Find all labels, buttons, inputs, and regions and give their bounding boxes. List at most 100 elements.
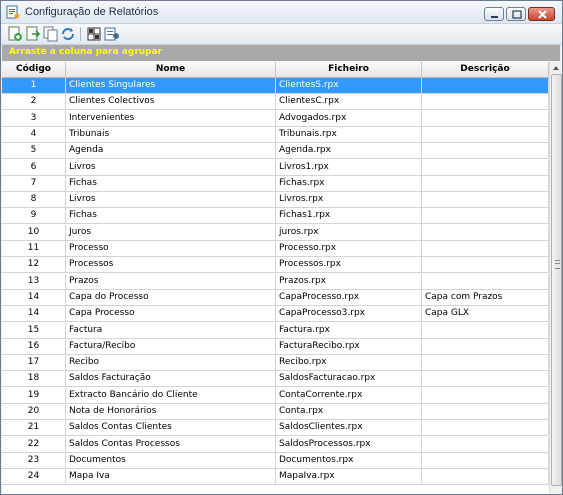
table-row[interactable]: 14 Capa do Processo CapaProcesso.rpx Capa c… bbox=[2, 289, 549, 306]
table-row[interactable]: 20 Nota de Honorários Conta.rpx bbox=[2, 404, 549, 420]
column-header-descricao[interactable]: Descrição bbox=[422, 62, 549, 77]
descricao-cell bbox=[422, 355, 549, 371]
ficheiro-cell: SaldosFacturacao.rpx bbox=[276, 371, 422, 387]
maximize-button[interactable] bbox=[506, 7, 526, 21]
codigo-cell: 13 bbox=[2, 273, 66, 289]
table-row[interactable]: 3 Intervenientes Advogados.rpx bbox=[2, 110, 549, 127]
table-row[interactable]: 4 Tribunais Tribunais.rpx bbox=[2, 126, 549, 143]
codigo-cell: 1 bbox=[2, 78, 66, 93]
column-header-ficheiro[interactable]: Ficheiro bbox=[276, 62, 422, 77]
table-row[interactable]: 7 Fichas Fichas.rpx bbox=[2, 175, 549, 192]
reports-grid: Código Nome Ficheiro Descrição 1 Clientes… bbox=[2, 62, 549, 494]
descricao-cell bbox=[422, 436, 549, 452]
table-row[interactable]: 2 Clientes Colectivos ClientesC.rpx bbox=[2, 94, 549, 111]
toolbar bbox=[1, 24, 562, 45]
table-row[interactable]: 5 Agenda Agenda.rpx bbox=[2, 143, 549, 160]
nome-cell: Capa Processo bbox=[66, 306, 276, 322]
ficheiro-cell: Processo.rpx bbox=[276, 241, 422, 256]
codigo-cell: 6 bbox=[2, 159, 66, 175]
refresh-icon[interactable] bbox=[60, 26, 76, 42]
new-report-icon[interactable] bbox=[7, 26, 23, 42]
codigo-cell: 11 bbox=[2, 241, 66, 256]
properties-icon[interactable] bbox=[104, 26, 120, 42]
table-row[interactable]: 18 Saldos Facturação SaldosFacturacao.rpx bbox=[2, 371, 549, 388]
table-row[interactable]: 23 Documentos Documentos.rpx bbox=[2, 452, 549, 469]
ficheiro-cell: ClientesS.rpx bbox=[276, 78, 422, 93]
descricao-cell bbox=[422, 241, 549, 256]
nome-cell: Fichas bbox=[66, 175, 276, 191]
table-row[interactable]: 14 Capa Processo CapaProcesso3.rpx Capa GLX bbox=[2, 306, 549, 323]
table-row[interactable]: 17 Recibo Recibo.rpx bbox=[2, 355, 549, 372]
descricao-cell: Capa GLX bbox=[422, 306, 549, 322]
ficheiro-cell: CapaProcesso.rpx bbox=[276, 289, 422, 305]
table-row[interactable]: 1 Clientes Singulares ClientesS.rpx bbox=[2, 78, 549, 94]
ficheiro-cell: Agenda.rpx bbox=[276, 143, 422, 159]
table-row[interactable]: 24 Mapa Iva MapaIva.rpx bbox=[2, 469, 549, 486]
nome-cell: Saldos Contas Processos bbox=[66, 436, 276, 452]
table-row[interactable]: 13 Prazos Prazos.rpx bbox=[2, 273, 549, 290]
ficheiro-cell: Processos.rpx bbox=[276, 257, 422, 273]
close-button[interactable] bbox=[528, 7, 555, 21]
group-by-panel[interactable]: Arraste a coluna para agrupar bbox=[2, 45, 560, 61]
descricao-cell bbox=[422, 338, 549, 354]
descricao-cell bbox=[422, 94, 549, 110]
scroll-thumb[interactable] bbox=[551, 74, 562, 486]
grid-header: Código Nome Ficheiro Descrição bbox=[2, 62, 549, 78]
table-row[interactable]: 6 Livros Livros1.rpx bbox=[2, 159, 549, 176]
minimize-button[interactable] bbox=[484, 7, 504, 21]
table-row[interactable]: 8 Livros Livros.rpx bbox=[2, 192, 549, 209]
nome-cell: Tribunais bbox=[66, 126, 276, 142]
table-row[interactable]: 12 Processos Processos.rpx bbox=[2, 257, 549, 274]
grid-icon[interactable] bbox=[86, 26, 102, 42]
descricao-cell bbox=[422, 78, 549, 93]
nome-cell: Nota de Honorários bbox=[66, 404, 276, 419]
ficheiro-cell: Prazos.rpx bbox=[276, 273, 422, 289]
column-header-nome[interactable]: Nome bbox=[66, 62, 276, 77]
ficheiro-cell: Documentos.rpx bbox=[276, 452, 422, 468]
table-row[interactable]: 19 Extracto Bancário do Cliente ContaCorre… bbox=[2, 387, 549, 404]
nome-cell: Recibo bbox=[66, 355, 276, 371]
codigo-cell: 16 bbox=[2, 338, 66, 354]
codigo-cell: 19 bbox=[2, 387, 66, 403]
nome-cell: Processos bbox=[66, 257, 276, 273]
table-row[interactable]: 22 Saldos Contas Processos SaldosProcessos… bbox=[2, 436, 549, 453]
ficheiro-cell: Fichas.rpx bbox=[276, 175, 422, 191]
maximize-icon bbox=[512, 10, 522, 19]
table-row[interactable]: 21 Saldos Contas Clientes SaldosClientes.r… bbox=[2, 420, 549, 437]
descricao-cell bbox=[422, 404, 549, 419]
codigo-cell: 20 bbox=[2, 404, 66, 419]
nome-cell: Documentos bbox=[66, 452, 276, 468]
nome-cell: Mapa Iva bbox=[66, 469, 276, 485]
ficheiro-cell: ContaCorrente.rpx bbox=[276, 387, 422, 403]
codigo-cell: 12 bbox=[2, 257, 66, 273]
table-row[interactable]: 15 Factura Factura.rpx bbox=[2, 322, 549, 339]
vertical-scrollbar[interactable] bbox=[549, 62, 562, 494]
nome-cell: Prazos bbox=[66, 273, 276, 289]
nome-cell: Juros bbox=[66, 224, 276, 240]
ficheiro-cell: MapaIva.rpx bbox=[276, 469, 422, 485]
table-row[interactable]: 16 Factura/Recibo FacturaRecibo.rpx bbox=[2, 338, 549, 355]
nome-cell: Clientes Singulares bbox=[66, 78, 276, 93]
column-header-codigo[interactable]: Código bbox=[2, 62, 66, 77]
table-row[interactable]: 9 Fichas Fichas1.rpx bbox=[2, 208, 549, 225]
descricao-cell bbox=[422, 224, 549, 240]
descricao-cell bbox=[422, 387, 549, 403]
scroll-grip-icon bbox=[555, 260, 560, 269]
report-config-window: Configuração de Relatórios Arraste a col… bbox=[0, 0, 563, 495]
nome-cell: Clientes Colectivos bbox=[66, 94, 276, 110]
copy-icon[interactable] bbox=[43, 26, 59, 42]
nome-cell: Processo bbox=[66, 241, 276, 256]
ficheiro-cell: Factura.rpx bbox=[276, 322, 422, 338]
export-icon[interactable] bbox=[25, 26, 41, 42]
ficheiro-cell: CapaProcesso3.rpx bbox=[276, 306, 422, 322]
table-row[interactable]: 11 Processo Processo.rpx bbox=[2, 241, 549, 257]
title-bar[interactable]: Configuração de Relatórios bbox=[1, 1, 562, 24]
table-row[interactable]: 10 Juros juros.rpx bbox=[2, 224, 549, 241]
codigo-cell: 24 bbox=[2, 469, 66, 485]
window-title: Configuração de Relatórios bbox=[25, 6, 159, 18]
ficheiro-cell: Recibo.rpx bbox=[276, 355, 422, 371]
descricao-cell bbox=[422, 322, 549, 338]
codigo-cell: 10 bbox=[2, 224, 66, 240]
scroll-up-arrow-icon[interactable] bbox=[550, 62, 562, 74]
ficheiro-cell: Tribunais.rpx bbox=[276, 126, 422, 142]
